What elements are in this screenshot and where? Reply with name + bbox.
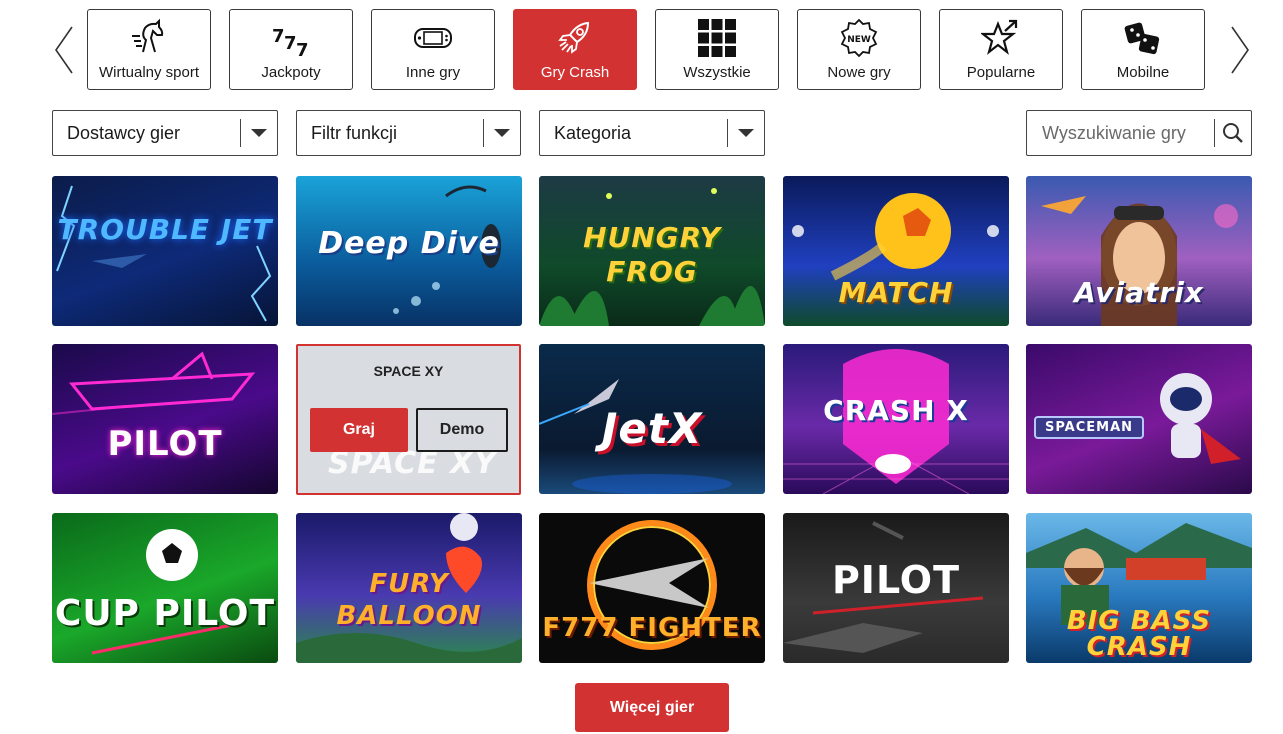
category-label: Mobilne	[1116, 64, 1170, 81]
svg-text:7: 7	[272, 26, 285, 47]
category-label: Jackpoty	[261, 64, 321, 81]
game-title: F777 FIGHTER	[542, 613, 762, 643]
game-tile-pilot[interactable]: PILOT	[52, 344, 278, 494]
new-badge-icon: NEW	[839, 16, 879, 60]
category-new-games[interactable]: NEW Nowe gry	[797, 9, 921, 90]
category-label: Wirtualny sport	[98, 64, 200, 81]
providers-dropdown[interactable]: Dostawcy gier	[52, 110, 278, 156]
game-tile-spaceman[interactable]: SPACEMAN	[1026, 344, 1252, 494]
game-title: MATCH	[838, 276, 954, 309]
svg-text:7: 7	[284, 33, 297, 54]
game-tile-crash-x[interactable]: CRASH X	[783, 344, 1009, 494]
777-icon: 777	[271, 16, 311, 60]
category-label: Kategoria	[554, 122, 632, 143]
more-games-button[interactable]: Więcej gier	[575, 683, 729, 732]
chevron-right-icon	[1231, 26, 1249, 74]
star-arrow-icon	[981, 16, 1021, 60]
neon-plane-art	[52, 351, 256, 415]
next-arrow[interactable]	[1226, 23, 1252, 77]
game-title: PILOT	[831, 558, 961, 602]
demo-button[interactable]: Demo	[416, 408, 508, 452]
horse-icon	[129, 16, 169, 60]
category-label: Popularne	[966, 64, 1036, 81]
game-title: Aviatrix	[1074, 276, 1204, 309]
providers-label: Dostawcy gier	[67, 122, 181, 143]
game-tile-f777-fighter[interactable]: F777 FIGHTER	[539, 513, 765, 663]
svg-text:7: 7	[296, 40, 309, 58]
game-tile-jetx[interactable]: JetX	[539, 344, 765, 494]
game-tile-big-bass-crash[interactable]: BIG BASS CRASH	[1026, 513, 1252, 663]
svg-text:NEW: NEW	[847, 35, 871, 45]
caret-down-icon	[484, 128, 520, 138]
game-title: BIG BASS CRASH	[1066, 606, 1212, 662]
features-filter-dropdown[interactable]: Filtr funkcji	[296, 110, 521, 156]
game-tile-trouble-jet[interactable]: TROUBLE JET	[52, 176, 278, 326]
game-tile-hungry-frog[interactable]: HUNGRY FROG	[539, 176, 765, 326]
game-title: CUP PILOT	[54, 593, 276, 634]
game-tile-deep-dive[interactable]: Deep Dive	[296, 176, 522, 326]
category-label: Nowe gry	[827, 64, 891, 81]
category-strip: Wirtualny sport 777 Jackpoty Inne gry Gr…	[52, 9, 1252, 90]
game-title: Deep Dive	[318, 226, 500, 261]
game-tile-cup-pilot[interactable]: CUP PILOT	[52, 513, 278, 663]
game-title: JetX	[601, 404, 703, 453]
football-art	[91, 529, 243, 655]
dice-icon	[1123, 16, 1163, 60]
play-button[interactable]: Graj	[310, 408, 408, 452]
game-title: CRASH X	[823, 394, 969, 427]
game-title: TROUBLE JET	[57, 213, 273, 246]
category-mobile[interactable]: Mobilne	[1081, 9, 1205, 90]
caret-down-icon	[728, 128, 764, 138]
caret-down-icon	[241, 128, 277, 138]
category-all[interactable]: Wszystkie	[655, 9, 779, 90]
grid-icon	[697, 16, 737, 60]
game-tile-match[interactable]: MATCH	[783, 176, 1009, 326]
lightning-art	[56, 185, 272, 322]
game-title: HUNGRY FROG	[583, 221, 721, 288]
category-label: Inne gry	[405, 64, 461, 81]
game-tile-fury-balloon[interactable]: FURY BALLOON	[296, 513, 522, 663]
game-title: FURY BALLOON	[336, 569, 482, 631]
chevron-left-icon	[55, 26, 73, 74]
game-tile-pilot-classic[interactable]: PILOT	[783, 513, 1009, 663]
game-name: SPACE XY	[373, 363, 444, 379]
category-crash-games[interactable]: Gry Crash	[513, 9, 637, 90]
category-other-games[interactable]: Inne gry	[371, 9, 495, 90]
game-title: SPACEMAN	[1034, 416, 1144, 439]
features-label: Filtr funkcji	[311, 122, 398, 143]
category-virtual-sport[interactable]: Wirtualny sport	[87, 9, 211, 90]
game-title: PILOT	[107, 424, 223, 464]
game-search	[1026, 110, 1252, 156]
category-popular[interactable]: Popularne	[939, 9, 1063, 90]
prev-arrow[interactable]	[52, 23, 78, 77]
category-dropdown[interactable]: Kategoria	[539, 110, 765, 156]
game-tile-space-xy[interactable]: SPACE XY SPACE XY Graj Demo	[296, 344, 521, 495]
category-label: Wszystkie	[683, 64, 751, 81]
rocket-icon	[555, 16, 595, 60]
search-input[interactable]	[1027, 111, 1214, 155]
category-label: Gry Crash	[540, 64, 610, 81]
search-button[interactable]	[1215, 122, 1251, 144]
game-tile-aviatrix[interactable]: Aviatrix	[1026, 176, 1252, 326]
search-icon	[1223, 123, 1243, 143]
handheld-console-icon	[413, 16, 453, 60]
category-jackpots[interactable]: 777 Jackpoty	[229, 9, 353, 90]
